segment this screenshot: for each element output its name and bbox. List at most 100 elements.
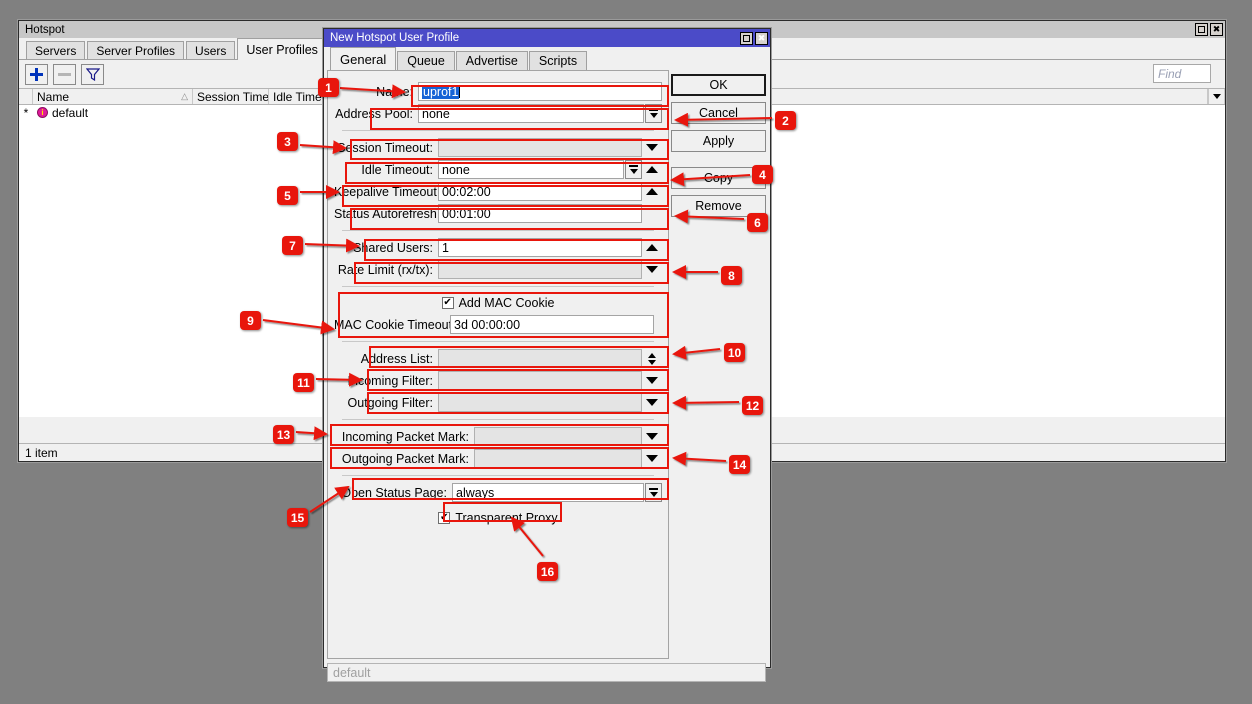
shared-users-label: Shared Users:: [353, 240, 433, 255]
mac-cookie-timeout-input[interactable]: 3d 00:00:00: [450, 315, 654, 334]
annotation-badge-11: 11: [293, 373, 314, 392]
grid-column-menu-icon[interactable]: [1208, 89, 1225, 104]
tab-queue[interactable]: Queue: [397, 51, 455, 70]
tab-general[interactable]: General: [330, 47, 397, 70]
tab-advertise[interactable]: Advertise: [455, 51, 528, 70]
rate-limit-dropdown-icon[interactable]: [642, 260, 662, 279]
sort-asc-icon: △: [181, 91, 188, 101]
status-autorefresh-label: Status Autorefresh:: [334, 206, 441, 221]
dialog-button-column: OK Cancel Apply Copy Remove: [671, 74, 766, 223]
session-timeout-input[interactable]: [438, 138, 642, 157]
annotation-badge-4: 4: [752, 165, 773, 184]
annotation-badge-14: 14: [729, 455, 750, 474]
cancel-button[interactable]: Cancel: [671, 102, 766, 124]
grid-header-name[interactable]: Name △: [33, 89, 193, 104]
transparent-proxy-label: Transparent Proxy: [455, 511, 558, 525]
dialog-close-icon[interactable]: ✖: [755, 31, 768, 45]
item-count-label: 1 item: [25, 445, 58, 460]
address-list-input[interactable]: [438, 349, 642, 368]
dialog-status-text: default: [333, 665, 371, 680]
incoming-filter-dropdown-icon[interactable]: [642, 371, 662, 390]
open-status-page-dropdown-icon[interactable]: [645, 483, 662, 502]
maximize-icon[interactable]: [1195, 23, 1208, 36]
session-timeout-field-row: Session Timeout:: [334, 137, 662, 158]
ok-button[interactable]: OK: [671, 74, 766, 96]
address-pool-dropdown-icon[interactable]: [645, 104, 662, 123]
tab-server-profiles[interactable]: Server Profiles: [87, 41, 185, 59]
annotation-badge-15: 15: [287, 508, 308, 527]
open-status-page-label: Open Status Page:: [341, 485, 447, 500]
idle-timeout-input[interactable]: none: [438, 160, 624, 179]
address-list-field-row: Address List:: [334, 348, 662, 369]
address-pool-input[interactable]: none: [418, 104, 644, 123]
keepalive-timeout-collapse-icon[interactable]: [642, 182, 662, 201]
rate-limit-field-row: Rate Limit (rx/tx):: [334, 259, 662, 280]
outgoing-packet-mark-input[interactable]: [474, 449, 642, 468]
annotation-badge-16: 16: [537, 562, 558, 581]
divider: [342, 130, 654, 131]
annotation-badge-5: 5: [277, 186, 298, 205]
add-mac-cookie-label: Add MAC Cookie: [458, 296, 555, 310]
rate-limit-label: Rate Limit (rx/tx):: [337, 262, 433, 277]
outgoing-packet-mark-field-row: Outgoing Packet Mark:: [334, 448, 662, 469]
divider: [342, 341, 654, 342]
session-timeout-dropdown-icon[interactable]: [642, 138, 662, 157]
incoming-filter-label: Incoming Filter:: [347, 373, 433, 388]
idle-timeout-dropdown-icon[interactable]: [625, 160, 642, 179]
keepalive-timeout-label: Keepalive Timeout:: [334, 184, 441, 199]
divider: [342, 419, 654, 420]
annotation-badge-10: 10: [724, 343, 745, 362]
transparent-proxy-checkbox[interactable]: ✔: [438, 512, 451, 524]
grid-header-flag: [19, 89, 33, 104]
row-name: default: [52, 105, 89, 120]
address-pool-label: Address Pool:: [335, 106, 413, 121]
keepalive-timeout-input[interactable]: 00:02:00: [438, 182, 642, 201]
outgoing-packet-mark-label: Outgoing Packet Mark:: [341, 451, 469, 466]
name-input[interactable]: uprof1: [418, 82, 662, 101]
dialog-maximize-icon[interactable]: [740, 31, 753, 45]
annotation-badge-6: 6: [747, 213, 768, 232]
annotation-badge-3: 3: [277, 132, 298, 151]
incoming-filter-field-row: Incoming Filter:: [334, 370, 662, 391]
incoming-packet-mark-input[interactable]: [474, 427, 642, 446]
address-list-spinner-icon[interactable]: [642, 349, 662, 368]
open-status-page-input[interactable]: always: [452, 483, 644, 502]
idle-timeout-collapse-icon[interactable]: [642, 160, 662, 179]
shared-users-input[interactable]: 1: [438, 238, 642, 257]
add-button[interactable]: [25, 63, 48, 85]
annotation-badge-8: 8: [721, 266, 742, 285]
apply-button[interactable]: Apply: [671, 130, 766, 152]
add-mac-cookie-row: ✔ Add MAC Cookie: [334, 293, 662, 313]
incoming-filter-input[interactable]: [438, 371, 642, 390]
status-autorefresh-field-row: Status Autorefresh: 00:01:00: [334, 203, 662, 224]
transparent-proxy-row: ✔ Transparent Proxy: [334, 508, 662, 528]
tab-servers[interactable]: Servers: [26, 41, 86, 59]
outgoing-filter-input[interactable]: [438, 393, 642, 412]
shared-users-collapse-icon[interactable]: [642, 238, 662, 257]
plus-icon: [30, 67, 43, 81]
idle-timeout-field-row: Idle Timeout: none: [334, 159, 662, 180]
outgoing-packet-mark-dropdown-icon[interactable]: [642, 449, 662, 468]
annotation-badge-2: 2: [775, 111, 796, 130]
close-icon[interactable]: ✖: [1210, 23, 1223, 36]
idle-timeout-label: Idle Timeout:: [361, 162, 433, 177]
annotation-badge-12: 12: [742, 396, 763, 415]
status-autorefresh-input[interactable]: 00:01:00: [438, 204, 642, 223]
tab-user-profiles[interactable]: User Profiles: [237, 38, 327, 60]
profile-icon: i: [37, 107, 48, 118]
filter-button[interactable]: [81, 63, 104, 85]
annotation-badge-7: 7: [282, 236, 303, 255]
add-mac-cookie-checkbox[interactable]: ✔: [441, 297, 454, 309]
grid-header-session-timeout[interactable]: Session Time...: [193, 89, 269, 104]
remove-button[interactable]: [53, 63, 76, 85]
address-list-label: Address List:: [360, 351, 433, 366]
outgoing-filter-dropdown-icon[interactable]: [642, 393, 662, 412]
annotation-badge-13: 13: [273, 425, 294, 444]
incoming-packet-mark-dropdown-icon[interactable]: [642, 427, 662, 446]
find-input[interactable]: Find: [1153, 64, 1211, 83]
annotation-badge-9: 9: [240, 311, 261, 330]
tab-scripts[interactable]: Scripts: [528, 51, 588, 70]
session-timeout-label: Session Timeout:: [337, 140, 433, 155]
tab-users[interactable]: Users: [186, 41, 236, 59]
rate-limit-input[interactable]: [438, 260, 642, 279]
